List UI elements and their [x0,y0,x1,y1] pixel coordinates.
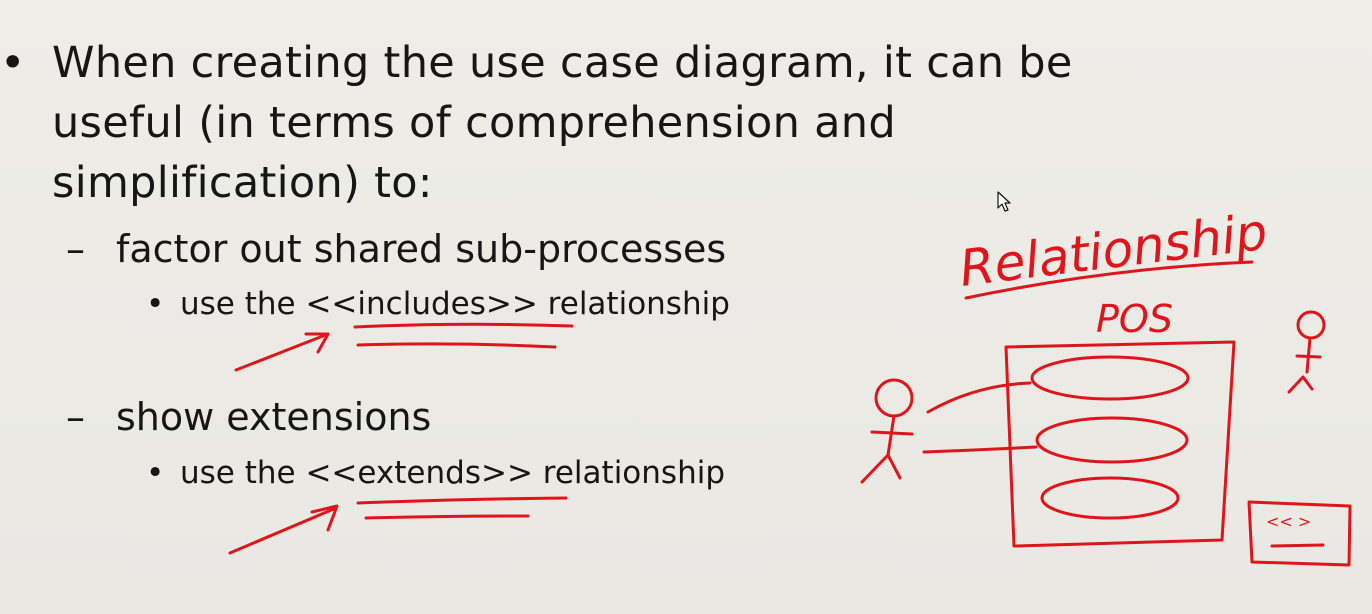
system-boundary-box [1004,340,1236,548]
detail-suffix-2: relationship [532,455,726,491]
heading-underline [964,260,1254,300]
extends-keyword: <<extends>> [305,455,533,491]
main-bullet-line-3: simplification) to: [52,158,433,208]
use-case-ellipse-2 [1035,416,1189,464]
right-actor-legs [1287,375,1314,394]
detail-bullet-1: • [146,286,165,322]
detail-suffix-1: relationship [537,286,730,322]
detail-text-1: use the <<includes>> relationship [180,289,730,320]
extends-underline-2 [364,514,530,520]
relationship-annotation: Relationship [956,203,1270,298]
left-actor-body [886,414,896,457]
subpoint-dash-2: – [66,395,85,439]
note-line [1270,543,1325,548]
includes-keyword: <<includes>> [305,286,538,322]
extends-arrow-head [310,504,339,532]
left-actor-head [874,378,914,418]
note-box [1247,500,1352,567]
includes-arrow-head [304,332,330,354]
stereotype-note: << > [1266,512,1311,531]
detail-text-2: use the <<extends>> relationship [180,458,725,489]
main-bullet-line-2: useful (in terms of comprehension and [52,98,896,148]
association-line-2 [922,445,1038,454]
includes-underline-1 [353,322,574,329]
association-line-1 [926,381,1032,414]
subpoint-text-2: show extensions [116,395,432,439]
right-actor-head [1296,310,1326,340]
right-actor-body [1305,336,1312,374]
right-actor-arms [1295,354,1322,359]
includes-arrow-shaft [234,332,330,372]
extends-arrow-shaft [228,506,338,555]
detail-prefix-2: use the [180,455,306,491]
main-bullet-line-1: When creating the use case diagram, it c… [52,38,1073,88]
lecture-slide: • When creating the use case diagram, it… [0,0,1372,614]
detail-prefix-1: use the [180,286,306,322]
detail-bullet-2: • [146,455,165,491]
left-actor-legs [860,453,902,484]
mouse-pointer-icon [997,191,1011,212]
pos-label: POS [1096,297,1173,341]
includes-underline-2 [356,342,557,349]
subpoint-dash-1: – [66,227,85,271]
extends-underline-1 [356,496,568,505]
use-case-ellipse-1 [1030,355,1190,401]
left-actor-arms [870,430,914,436]
use-case-ellipse-3 [1040,476,1180,520]
subpoint-text-1: factor out shared sub-processes [116,227,727,271]
main-bullet-marker: • [0,38,26,88]
